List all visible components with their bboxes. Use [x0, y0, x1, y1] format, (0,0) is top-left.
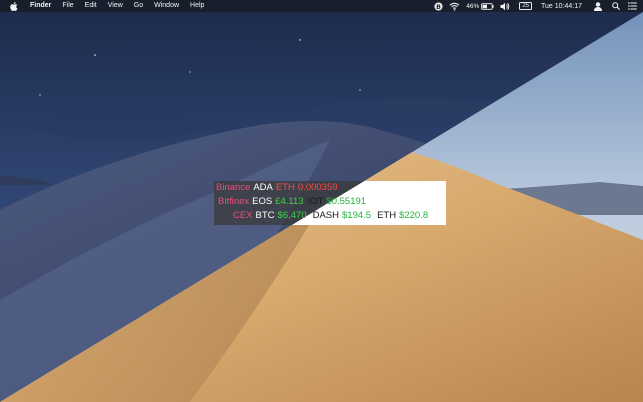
menu-help[interactable]: Help	[190, 0, 204, 12]
ticker-row-bitfinex: Bitfinex EOS £4.113 IOT $0.55191	[218, 195, 366, 209]
exchange-label: CEX	[233, 210, 253, 221]
coin-symbol: IOT	[307, 196, 324, 207]
ticker-row-cex: CEX BTC $6,470 DASH $194.5 ETH $220.8	[233, 209, 428, 223]
apple-icon[interactable]	[10, 0, 18, 12]
crypto-ticker-widget: Binance ADA ETH 0.000359 Bitfinex EOS £4…	[214, 181, 446, 225]
coin-price: $194.5	[342, 210, 372, 221]
coin-price: $220.8	[399, 210, 429, 221]
app-menu-finder[interactable]: Finder	[30, 0, 51, 12]
menu-go[interactable]: Go	[134, 0, 143, 12]
coin-symbol: ETH	[377, 210, 397, 221]
calendar-badge[interactable]: 25	[519, 2, 532, 10]
coin-symbol: ADA	[253, 182, 273, 193]
quote-symbol: ETH	[275, 182, 295, 193]
search-icon[interactable]	[612, 0, 620, 12]
clock[interactable]: Tue 10:44:17	[541, 0, 582, 12]
wifi-icon[interactable]	[449, 0, 460, 12]
ticker-row-binance: Binance ADA ETH 0.000359	[216, 181, 338, 195]
menu-file[interactable]: File	[62, 0, 73, 12]
menu-view[interactable]: View	[108, 0, 123, 12]
battery-icon[interactable]	[481, 0, 494, 12]
coin-symbol: EOS	[252, 196, 273, 207]
coin-symbol: BTC	[255, 210, 275, 221]
menu-window[interactable]: Window	[154, 0, 179, 12]
list-icon[interactable]	[628, 0, 637, 12]
exchange-label: Bitfinex	[218, 196, 250, 207]
coin-symbol: DASH	[312, 210, 340, 221]
coin-price: $6,470	[277, 210, 307, 221]
user-icon[interactable]	[594, 0, 602, 12]
coin-price: £4.113	[275, 196, 304, 207]
bitcoin-icon[interactable]: B	[434, 0, 443, 12]
exchange-label: Binance	[216, 182, 251, 193]
battery-percent[interactable]: 46%	[466, 0, 479, 12]
coin-price: 0.000359	[297, 182, 338, 193]
menu-edit[interactable]: Edit	[85, 0, 97, 12]
menu-bar: Finder File Edit View Go Window Help B 4…	[0, 0, 643, 12]
volume-icon[interactable]	[500, 0, 510, 12]
svg-text:B: B	[436, 3, 441, 10]
coin-price: $0.55191	[326, 196, 367, 207]
